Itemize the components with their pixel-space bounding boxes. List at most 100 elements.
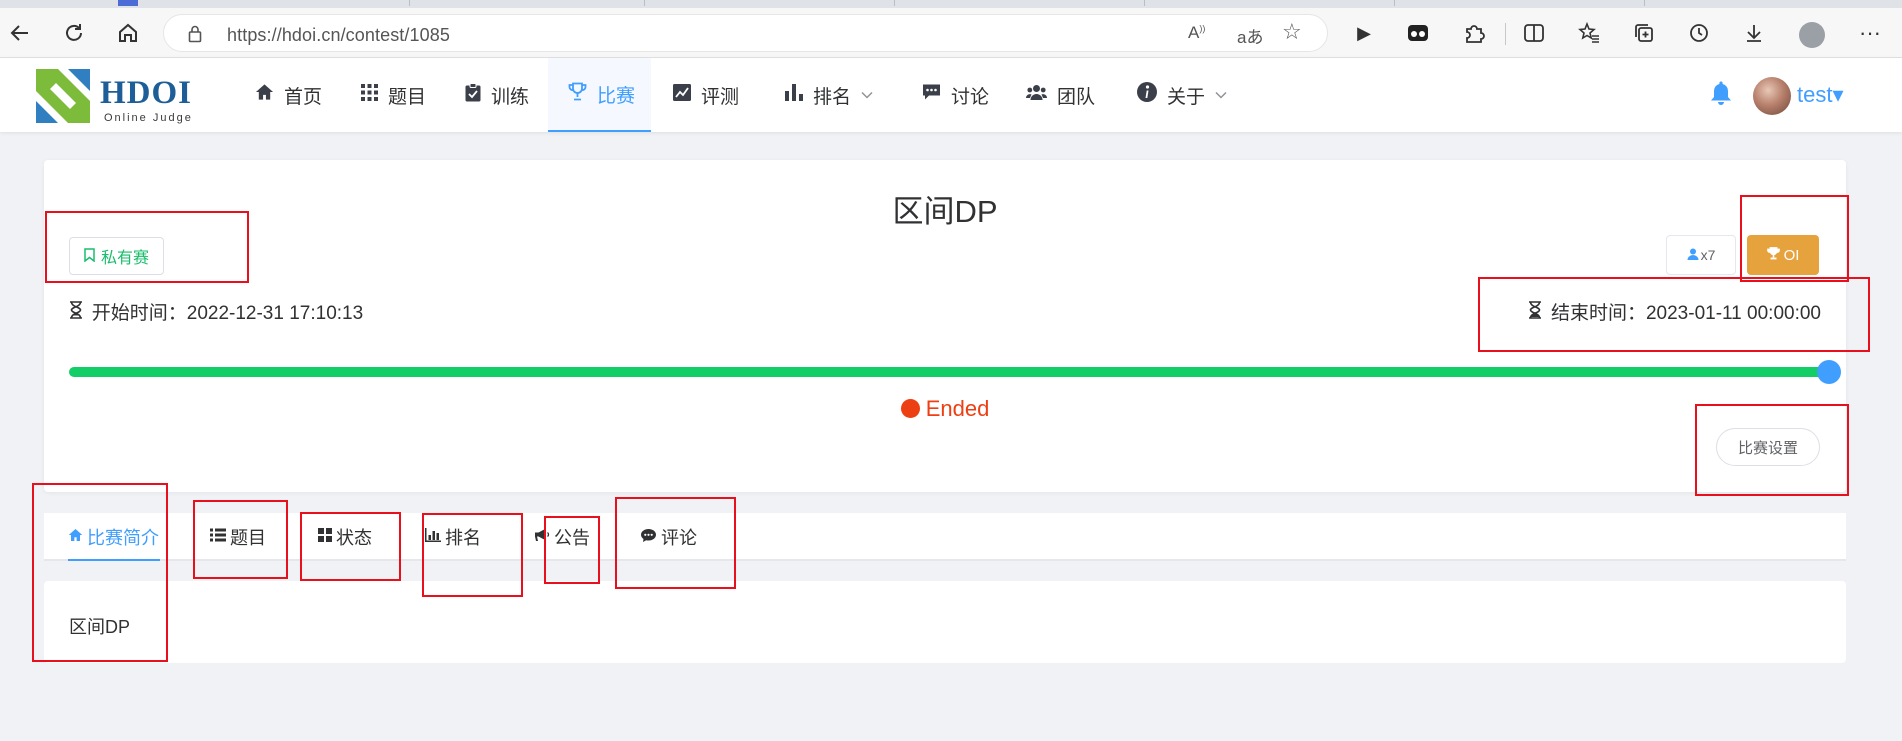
bookmark-icon (84, 247, 95, 265)
toolbar-separator (1505, 23, 1506, 45)
browser-tab-strip (0, 0, 1902, 8)
start-time-label: 开始时间： (91, 303, 187, 324)
info-icon (1137, 82, 1157, 108)
user-dropdown-caret: ▾ (1832, 82, 1844, 107)
home-icon (255, 83, 274, 107)
lock-icon[interactable] (188, 25, 202, 47)
back-icon[interactable] (8, 21, 32, 45)
contest-title: 区间DP (892, 194, 998, 229)
end-time: 结束时间：2023-01-11 00:00:00 (1528, 298, 1821, 325)
progress-handle[interactable] (1817, 360, 1841, 384)
browser-toolbar: https://hdoi.cn/contest/1085 A)) aあ ☆ ▶ … (0, 8, 1902, 58)
megaphone-icon (534, 528, 550, 546)
nav-problems[interactable]: 题目 (361, 58, 426, 132)
contest-tabs: 比赛简介 题目 状态 排名 公告 评论 (44, 513, 1846, 561)
nav-discussion[interactable]: 讨论 (922, 58, 989, 132)
bar-chart-icon (425, 528, 441, 546)
home-icon (68, 528, 83, 546)
logo-brand: HDOI (100, 75, 193, 111)
nav-contest[interactable]: 比赛 (548, 58, 651, 132)
url-text[interactable]: https://hdoi.cn/contest/1085 (227, 25, 450, 46)
status-dot-icon (900, 399, 920, 418)
refresh-icon[interactable] (62, 21, 86, 45)
collections-icon[interactable] (1632, 21, 1656, 45)
tab-submissions-label: 状态 (336, 528, 372, 548)
nav-ranking[interactable]: 排名 (785, 58, 873, 132)
split-screen-icon[interactable] (1522, 21, 1546, 45)
progress-fill (69, 367, 1829, 377)
profile-icon[interactable] (1799, 22, 1825, 48)
favorites-icon[interactable] (1577, 21, 1601, 45)
contest-description: 区间DP (69, 617, 131, 637)
nav-ranking-label: 排名 (813, 86, 852, 108)
tab-comments-label: 评论 (661, 528, 697, 548)
puzzle-icon[interactable] (1462, 21, 1486, 45)
hourglass-start-icon (69, 301, 88, 323)
list-icon (210, 528, 226, 546)
favorite-star-icon[interactable]: ☆ (1282, 19, 1302, 45)
grid-icon (318, 528, 332, 546)
start-time: 开始时间：2022-12-31 17:10:13 (69, 298, 363, 325)
user-icon (1687, 247, 1699, 263)
nav-contest-label: 比赛 (597, 85, 636, 107)
nav-about-label: 关于 (1167, 86, 1206, 108)
tab-overview-label: 比赛简介 (87, 528, 159, 548)
clipboard-check-icon (465, 82, 481, 108)
tab-ranking[interactable]: 排名 (425, 513, 481, 561)
chevron-down-icon (1215, 88, 1227, 102)
tab-overview[interactable]: 比赛简介 (68, 513, 159, 561)
avatar[interactable] (1753, 77, 1791, 115)
browser-tab[interactable] (0, 0, 410, 6)
play-icon[interactable]: ▶ (1352, 21, 1376, 45)
extension-icon[interactable] (1406, 21, 1430, 45)
contest-settings-button[interactable]: 比赛设置 (1716, 428, 1820, 466)
tab-problems-label: 题目 (230, 528, 266, 548)
history-icon[interactable] (1687, 21, 1711, 45)
start-time-value: 2022-12-31 17:10:13 (186, 303, 364, 324)
nav-about[interactable]: 关于 (1137, 58, 1227, 132)
address-bar[interactable]: https://hdoi.cn/contest/1085 A)) aあ ☆ (163, 14, 1328, 52)
trophy-icon (568, 82, 587, 107)
tab-submissions[interactable]: 状态 (318, 513, 372, 561)
participant-count: x7 (1700, 247, 1716, 263)
nav-status[interactable]: 评测 (673, 58, 739, 132)
rule-type-button[interactable]: OI (1747, 235, 1819, 275)
browser-tab[interactable] (410, 0, 645, 6)
users-icon (1026, 84, 1047, 107)
nav-problems-label: 题目 (388, 86, 427, 108)
contest-progress-bar (69, 360, 1841, 384)
read-aloud-icon[interactable]: A)) (1188, 23, 1205, 43)
nav-discussion-label: 讨论 (951, 86, 990, 108)
user-menu[interactable]: test▾ (1797, 82, 1844, 108)
comment-icon (922, 83, 941, 107)
comment-icon (640, 528, 657, 547)
browser-tab[interactable] (1145, 0, 1395, 6)
logo-tagline: Online Judge (104, 112, 193, 124)
nav-home[interactable]: 首页 (255, 58, 322, 132)
chevron-down-icon (861, 88, 873, 102)
bell-icon[interactable] (1709, 80, 1733, 113)
browser-tab[interactable] (895, 0, 1145, 6)
site-logo[interactable]: HDOI Online Judge (36, 69, 196, 124)
hourglass-end-icon (1528, 301, 1547, 323)
tab-problems[interactable]: 题目 (210, 513, 266, 561)
translate-icon[interactable]: aあ (1237, 23, 1263, 48)
home-icon[interactable] (116, 21, 140, 45)
download-icon[interactable] (1742, 21, 1766, 45)
nav-training[interactable]: 训练 (465, 58, 529, 132)
end-time-label: 结束时间： (1550, 303, 1646, 324)
visibility-label: 私有赛 (100, 250, 149, 267)
contest-status-label: Ended (925, 396, 990, 421)
tab-announcements[interactable]: 公告 (534, 513, 590, 561)
participant-count-button[interactable]: x7 (1666, 235, 1736, 275)
tab-comments[interactable]: 评论 (640, 513, 697, 561)
nav-team[interactable]: 团队 (1026, 58, 1095, 132)
contest-status: Ended (44, 396, 1846, 422)
browser-tab[interactable] (645, 0, 895, 6)
more-icon[interactable]: ··· (1858, 21, 1882, 45)
site-navbar: HDOI Online Judge 首页 题目 训练 比赛 评测 排名 讨论 团… (0, 58, 1902, 132)
browser-tab[interactable] (1395, 0, 1645, 6)
visibility-tag: 私有赛 (69, 237, 164, 275)
contest-header-card: 区间DP 私有赛 x7 OI 开始时间：2022-12-31 17:10:13 … (44, 160, 1846, 492)
logo-mark-icon (36, 69, 90, 123)
